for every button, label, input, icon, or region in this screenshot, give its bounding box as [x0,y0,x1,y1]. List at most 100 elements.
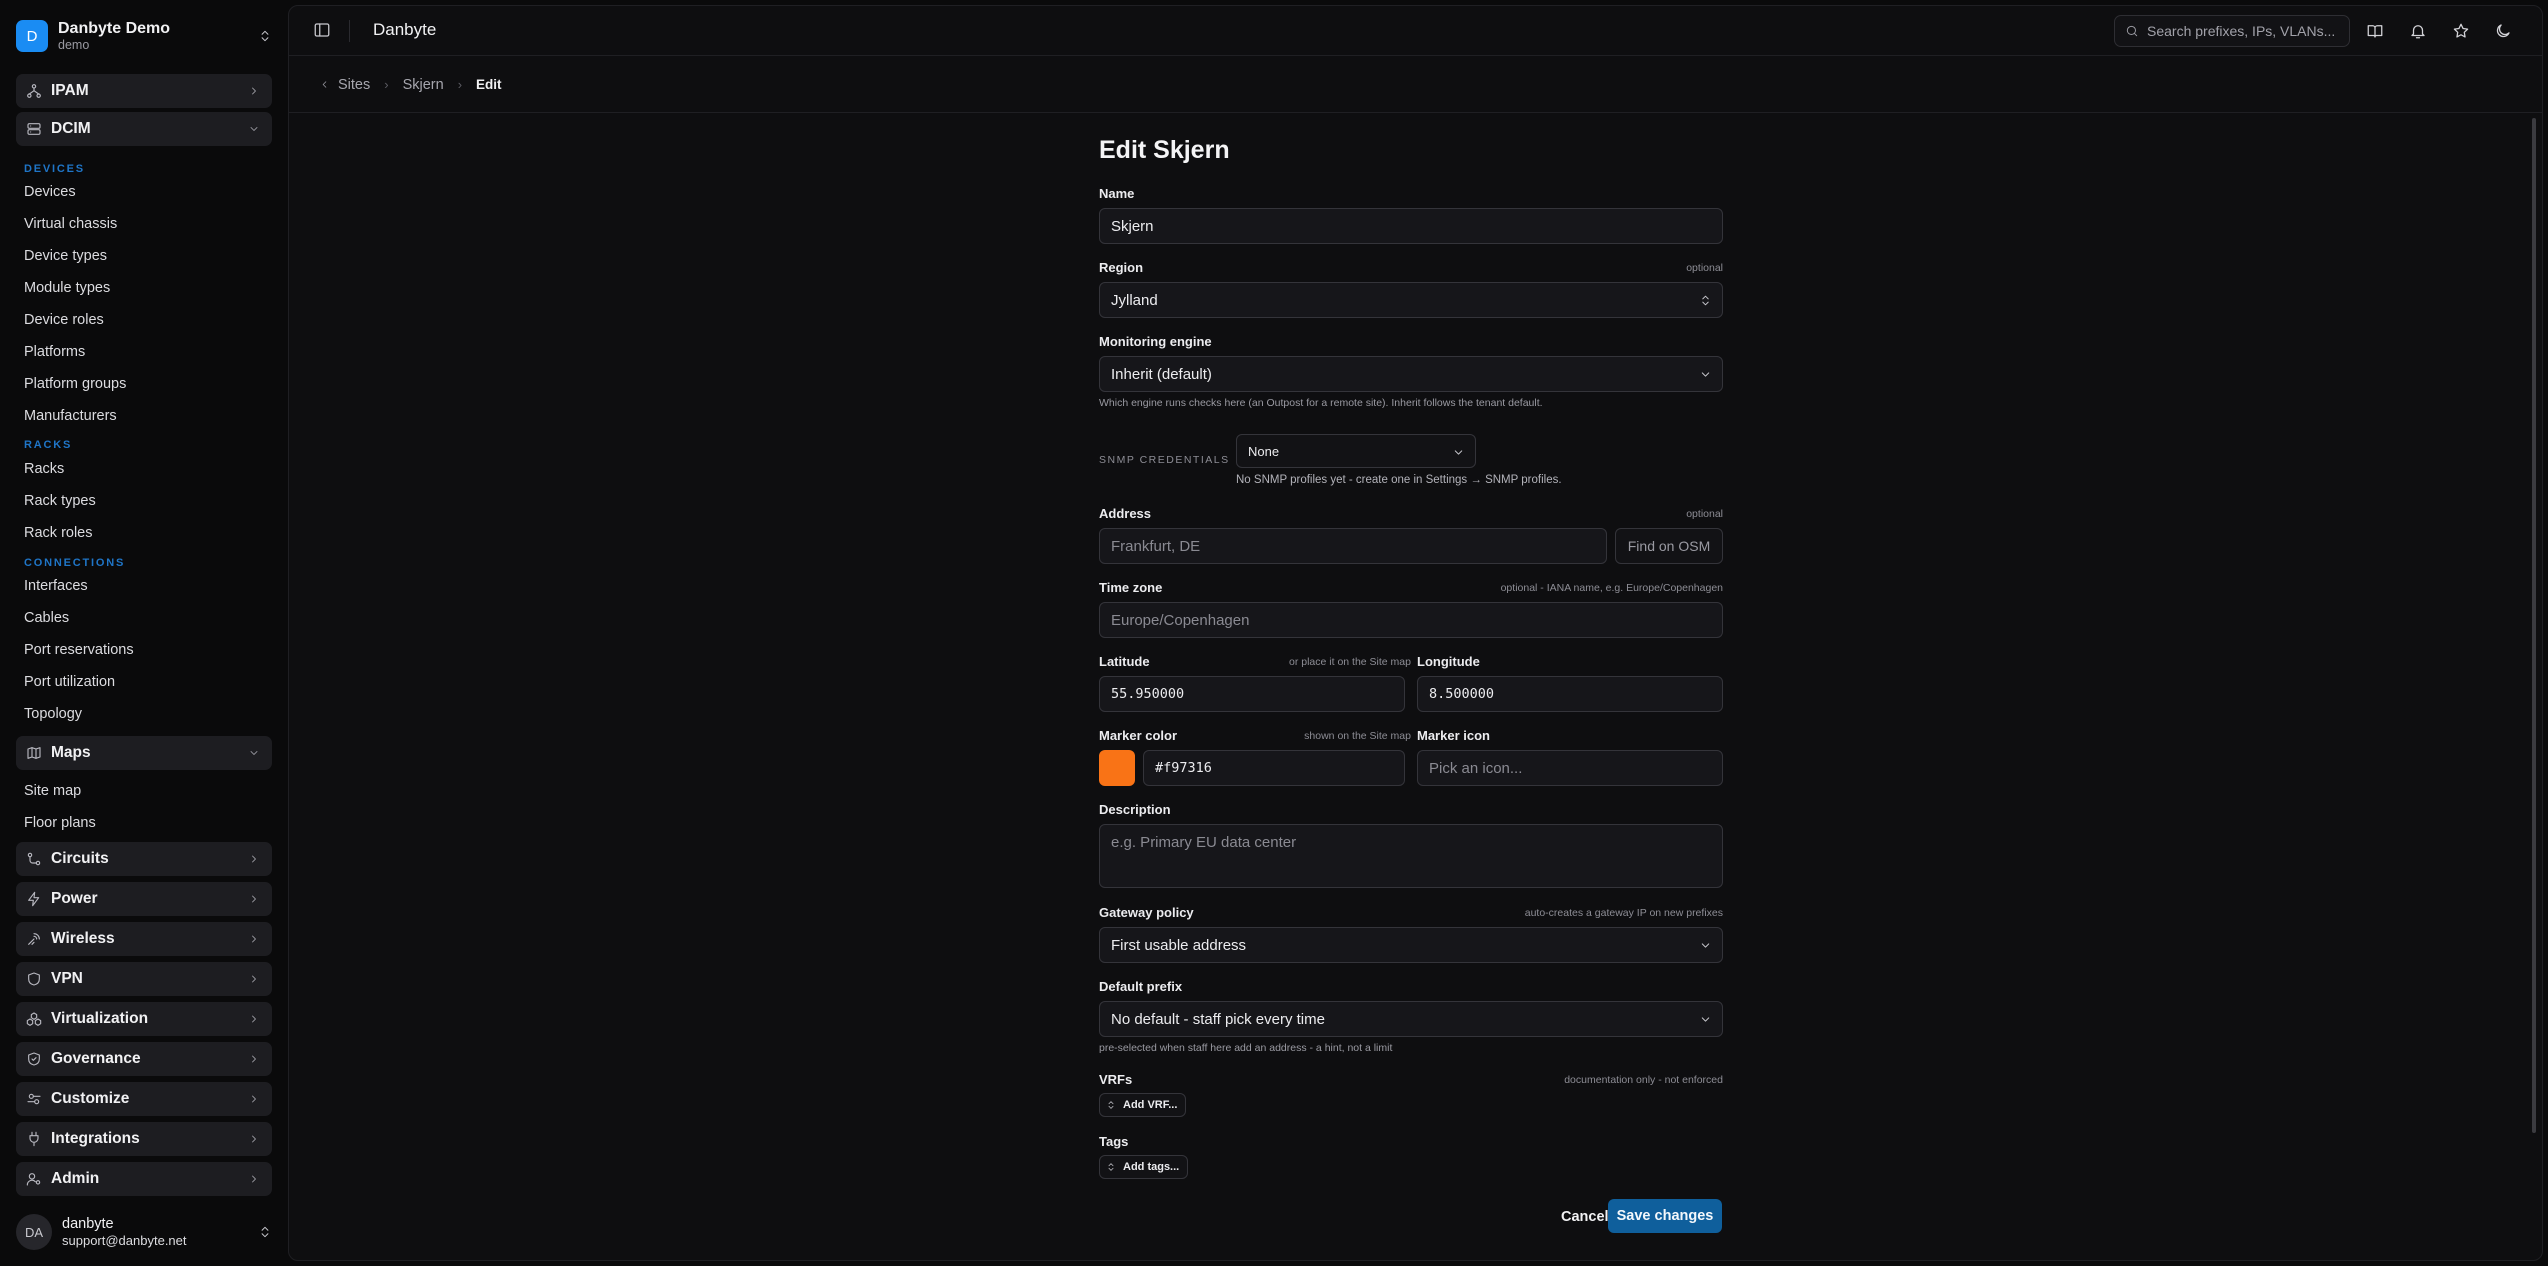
breadcrumb-sites[interactable]: Sites [338,77,370,93]
divider [349,20,350,42]
add-vrf-button[interactable]: Add VRF... [1099,1093,1187,1117]
breadcrumb-current: Edit [476,77,502,92]
description-textarea[interactable]: e.g. Primary EU data center [1099,824,1723,888]
snmp-value: None [1248,443,1280,459]
longitude-field[interactable]: 8.500000 [1417,676,1723,712]
section-devices: DEVICES [24,163,85,175]
sidebar-item-manufacturers[interactable]: Manufacturers [24,408,117,424]
sidebar-item-rack-roles[interactable]: Rack roles [24,525,93,541]
chevron-down-icon [1701,943,1710,948]
sidebar-item-platforms[interactable]: Platforms [24,344,85,360]
book-open-icon[interactable] [2366,22,2384,40]
bell-icon[interactable] [2409,22,2427,40]
default-prefix-hint: pre-selected when staff here add an addr… [1099,1042,1393,1054]
monitoring-value: Inherit (default) [1111,365,1212,383]
map-icon [27,747,41,759]
nav-group-label: Wireless [51,930,115,947]
circuit-icon [27,852,41,866]
marker-icon-label: Marker icon [1417,728,1490,743]
nav-group-dcim[interactable]: DCIM [16,112,272,146]
tags-label: Tags [1099,1134,1129,1149]
chevron-right-icon [252,1015,256,1023]
scrollbar[interactable] [2532,118,2536,1133]
timezone-field[interactable]: Europe/Copenhagen [1099,602,1723,638]
search-input[interactable]: Search prefixes, IPs, VLANs... [2114,15,2350,47]
marker-color-field[interactable]: #f97316 [1143,750,1405,786]
sidebar-item-platform-groups[interactable]: Platform groups [24,376,126,392]
chevron-left-icon [322,81,327,88]
save-button[interactable]: Save changes [1608,1199,1722,1233]
user-cog-icon [26,1173,41,1186]
workspace-name: Danbyte Demo [58,20,171,37]
sidebar-item-floor-plans[interactable]: Floor plans [24,815,96,831]
gateway-value: First usable address [1111,936,1247,954]
marker-icon-picker[interactable]: Pick an icon... [1417,750,1723,786]
snmp-label: SNMP CREDENTIALS [1099,454,1230,466]
name-label: Name [1099,186,1135,201]
nav-group-label: Integrations [51,1130,140,1147]
chevrons-up-down-icon [1108,1163,1114,1171]
nav-group-maps[interactable]: Maps [16,736,272,770]
region-select[interactable]: Jylland [1099,282,1723,318]
sidebar-item-topology[interactable]: Topology [24,706,82,722]
search-placeholder: Search prefixes, IPs, VLANs... [2147,23,2336,39]
nav-group-virtualization[interactable]: Virtualization [16,1002,272,1036]
nav-group-label: VPN [51,970,83,987]
chevrons-up-down-icon [261,1226,269,1238]
sidebar-item-device-types[interactable]: Device types [24,248,107,264]
address-field[interactable]: Frankfurt, DE [1099,528,1607,564]
add-vrf-label: Add VRF... [1123,1099,1178,1111]
sidebar-item-cables[interactable]: Cables [24,610,69,626]
sidebar-item-virtual-chassis[interactable]: Virtual chassis [24,216,117,232]
chevron-right-icon [252,1135,256,1143]
nav-group-wireless[interactable]: Wireless [16,922,272,956]
sidebar-toggle-icon[interactable] [313,21,331,39]
marker-color-label: Marker color [1099,728,1178,743]
sidebar-item-port-reservations[interactable]: Port reservations [24,642,134,658]
search-icon [2126,25,2138,37]
monitoring-label: Monitoring engine [1099,334,1212,349]
snmp-credentials-select[interactable]: None [1236,434,1476,468]
find-on-osm-button[interactable]: Find on OSM [1615,528,1723,564]
latitude-field[interactable]: 55.950000 [1099,676,1405,712]
chevron-right-icon [252,87,256,95]
nav-group-circuits[interactable]: Circuits [16,842,272,876]
sidebar-item-devices[interactable]: Devices [24,184,76,200]
sidebar-item-interfaces[interactable]: Interfaces [24,578,88,594]
chevron-right-icon [252,855,256,863]
star-icon[interactable] [2452,22,2470,40]
monitoring-engine-select[interactable]: Inherit (default) [1099,356,1723,392]
nav-group-admin[interactable]: Admin [16,1162,272,1196]
nav-group-label: DCIM [51,120,91,137]
marker-color-swatch[interactable] [1099,750,1135,786]
boxes-icon [26,1012,42,1026]
avatar: DA [16,1214,52,1250]
sidebar-item-port-utilization[interactable]: Port utilization [24,674,115,690]
gateway-policy-select[interactable]: First usable address [1099,927,1723,963]
chevron-right-icon [252,1055,256,1063]
breadcrumb-site[interactable]: Skjern [403,77,444,93]
nav-group-ipam[interactable]: IPAM [16,74,272,108]
sidebar-item-rack-types[interactable]: Rack types [24,493,96,509]
workspace-switcher[interactable]: D Danbyte Demo demo [16,14,272,58]
workspace-avatar: D [16,20,48,52]
cancel-button[interactable]: Cancel [1561,1209,1609,1225]
add-tags-button[interactable]: Add tags... [1099,1155,1189,1179]
sidebar-item-device-roles[interactable]: Device roles [24,312,104,328]
nav-group-customize[interactable]: Customize [16,1082,272,1116]
nav-group-governance[interactable]: Governance [16,1042,272,1076]
name-field[interactable]: Skjern [1099,208,1723,244]
timezone-label: Time zone [1099,580,1163,595]
user-menu[interactable]: DA danbyte support@danbyte.net [16,1212,272,1252]
default-prefix-value: No default - staff pick every time [1111,1010,1325,1028]
nav-group-integrations[interactable]: Integrations [16,1122,272,1156]
nav-group-vpn[interactable]: VPN [16,962,272,996]
sidebar-item-site-map[interactable]: Site map [24,783,81,799]
nav-group-power[interactable]: Power [16,882,272,916]
default-prefix-select[interactable]: No default - staff pick every time [1099,1001,1723,1037]
sidebar-item-racks[interactable]: Racks [24,461,64,477]
moon-icon[interactable] [2494,22,2512,40]
workspace-subtitle: demo [58,38,90,52]
sidebar-item-module-types[interactable]: Module types [24,280,110,296]
chevron-right-icon [252,1095,256,1103]
